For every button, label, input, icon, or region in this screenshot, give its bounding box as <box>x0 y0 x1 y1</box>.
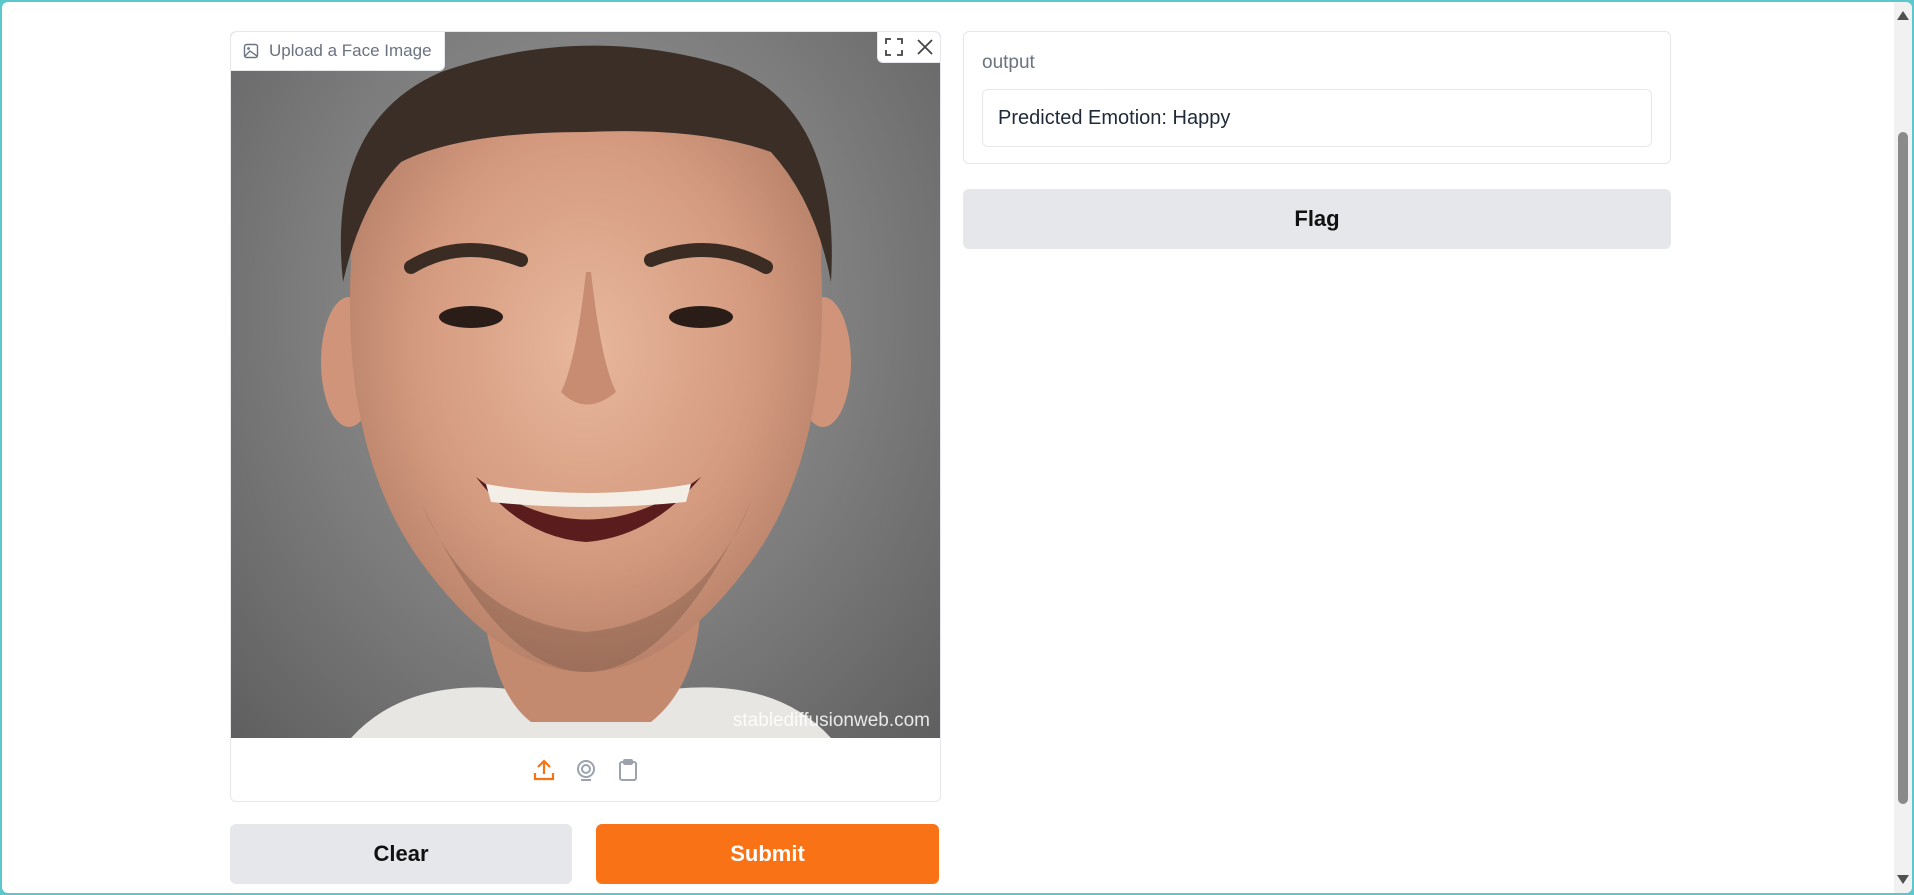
output-value: Predicted Emotion: Happy <box>998 106 1231 129</box>
image-tools <box>877 32 940 63</box>
scrollbar[interactable] <box>1894 2 1912 893</box>
clipboard-icon[interactable] <box>614 756 642 784</box>
submit-button[interactable]: Submit <box>596 824 939 884</box>
image-icon <box>243 43 259 59</box>
watermark-text: stablediffusionweb.com <box>732 710 930 731</box>
fullscreen-icon[interactable] <box>883 36 905 58</box>
image-source-bar <box>231 738 940 801</box>
close-icon[interactable] <box>914 36 936 58</box>
image-input-label: Upload a Face Image <box>231 32 445 71</box>
output-textbox[interactable]: Predicted Emotion: Happy <box>982 89 1652 147</box>
face-illustration <box>321 45 851 738</box>
face-photo: stablediffusionweb.com <box>231 32 940 738</box>
output-panel: output Predicted Emotion: Happy <box>963 31 1671 164</box>
scroll-thumb[interactable] <box>1898 132 1908 804</box>
image-input[interactable]: stablediffusionweb.com Upload a Face Ima… <box>230 31 941 802</box>
scroll-down-icon[interactable] <box>1897 875 1909 884</box>
scroll-up-icon[interactable] <box>1897 11 1909 20</box>
output-label: output <box>982 52 1035 73</box>
clear-button[interactable]: Clear <box>230 824 572 884</box>
image-input-label-text: Upload a Face Image <box>269 41 432 60</box>
webcam-icon[interactable] <box>572 756 600 784</box>
upload-icon[interactable] <box>530 756 558 784</box>
flag-button[interactable]: Flag <box>963 189 1671 249</box>
app-window: stablediffusionweb.com Upload a Face Ima… <box>2 2 1912 893</box>
